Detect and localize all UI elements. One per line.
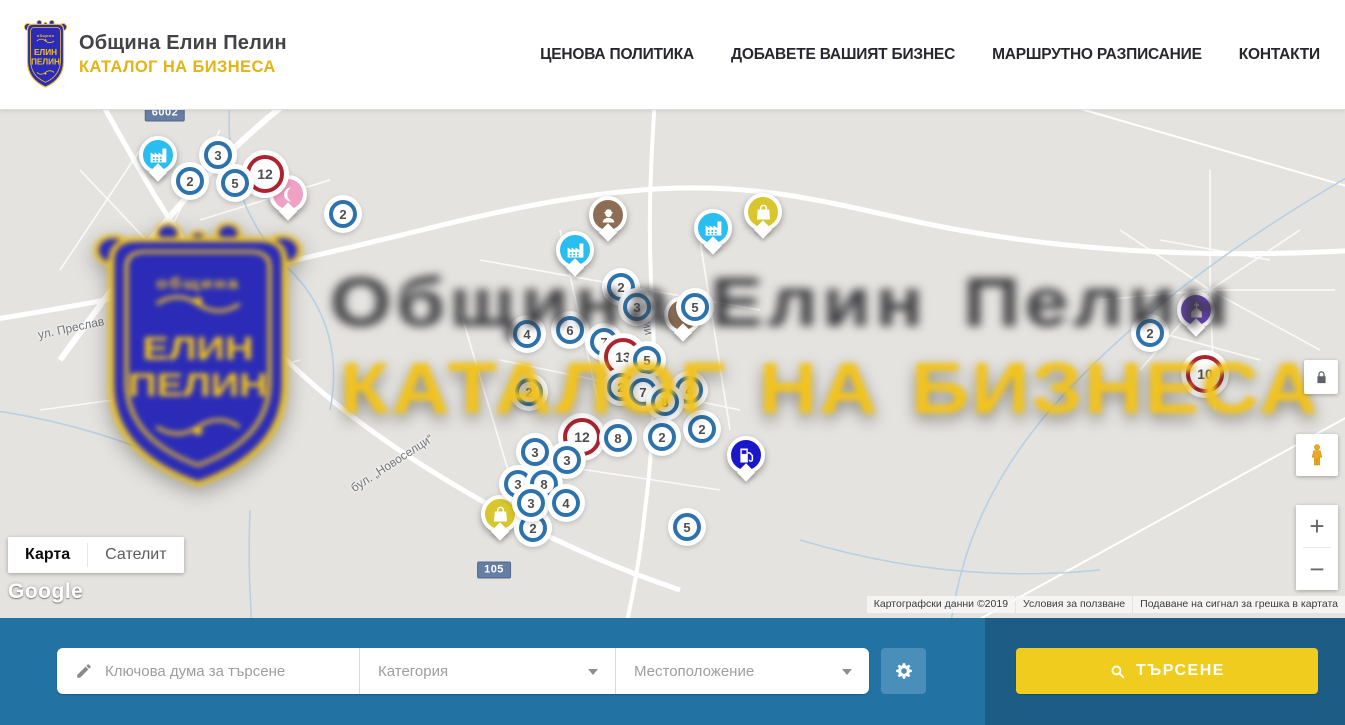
main-nav: ЦЕНОВА ПОЛИТИКА ДОБАВЕТЕ ВАШИЯТ БИЗНЕС МАР…: [540, 46, 1320, 64]
map-marker-cluster[interactable]: 3: [623, 293, 651, 321]
map-marker-pin[interactable]: [589, 196, 627, 234]
shopping-bag-icon: [753, 202, 774, 223]
shopping-bag-icon: [490, 504, 511, 525]
search-bar-right: ТЪРСЕНЕ: [985, 618, 1345, 725]
search-bar: Категория Местоположение ТЪРСЕНЕ: [0, 618, 1345, 725]
map-marker-cluster[interactable]: 2: [515, 378, 543, 406]
road-badge: 105: [477, 562, 511, 579]
site-title: Община Елин Пелин: [79, 32, 287, 55]
svg-text:община: община: [37, 33, 55, 38]
map-marker-cluster[interactable]: 2: [329, 200, 357, 228]
map-marker-cluster[interactable]: 5: [221, 169, 249, 197]
fuel-icon: [736, 445, 757, 466]
factory-icon: [565, 240, 586, 261]
category-placeholder: Категория: [378, 663, 448, 680]
keyword-field: [57, 648, 359, 694]
factory-icon: [703, 218, 724, 239]
map-data-attribution: Картографски данни ©2019: [867, 596, 1015, 613]
attribution-link[interactable]: Подаване на сигнал за грешка в картата: [1133, 596, 1345, 613]
map-marker-cluster[interactable]: 6: [556, 316, 584, 344]
worker-icon: [598, 205, 619, 226]
map-marker-cluster[interactable]: 2: [648, 423, 676, 451]
map-marker-cluster[interactable]: 8: [651, 388, 679, 416]
map-marker-cluster[interactable]: 5: [633, 346, 661, 374]
map-marker-cluster[interactable]: 3: [517, 489, 545, 517]
zoom-in-button[interactable]: +: [1296, 505, 1338, 547]
nav-item[interactable]: МАРШРУТНО РАЗПИСАНИЕ: [992, 46, 1202, 64]
map-marker-cluster[interactable]: 5: [673, 513, 701, 541]
map-marker-cluster[interactable]: 12: [246, 155, 284, 193]
crescent-icon: [278, 184, 299, 205]
attribution-link[interactable]: Условия за ползване: [1016, 596, 1132, 613]
map-attribution: Картографски данни ©2019Условия за ползв…: [866, 596, 1345, 613]
lock-button[interactable]: [1304, 360, 1338, 394]
map-type-satellite-button[interactable]: Сателит: [88, 537, 183, 573]
map-marker-pin[interactable]: [694, 209, 732, 247]
advanced-settings-button[interactable]: [881, 648, 926, 694]
map-marker-pin[interactable]: [727, 436, 765, 474]
map-marker-cluster[interactable]: 4: [552, 489, 580, 517]
map-marker-cluster[interactable]: 4: [513, 320, 541, 348]
header: община ЕЛИНПЕЛИН Община Елин Пелин КАТАЛО…: [0, 0, 1345, 110]
chevron-down-icon: [842, 669, 852, 675]
map-marker-cluster[interactable]: 2: [519, 514, 547, 542]
nav-item[interactable]: ЦЕНОВА ПОЛИТИКА: [540, 46, 694, 64]
search-bar-left: Категория Местоположение: [0, 618, 985, 725]
nav-item[interactable]: ДОБАВЕТЕ ВАШИЯТ БИЗНЕС: [731, 46, 955, 64]
map-marker-pin[interactable]: [1177, 291, 1215, 329]
pegman-icon: [1305, 443, 1329, 467]
factory-icon: [148, 145, 169, 166]
svg-text:ЕЛИН: ЕЛИН: [34, 48, 57, 57]
chevron-down-icon: [588, 669, 598, 675]
search-button-label: ТЪРСЕНЕ: [1136, 662, 1225, 680]
search-icon: [1109, 663, 1126, 680]
keyword-input[interactable]: [105, 663, 359, 680]
site-subtitle: КАТАЛОГ НА БИЗНЕСА: [79, 58, 287, 77]
map-marker-pin[interactable]: [139, 136, 177, 174]
lock-icon: [1314, 370, 1329, 385]
zoom-out-button[interactable]: −: [1296, 548, 1338, 590]
category-select[interactable]: Категория: [359, 648, 615, 694]
road-badge: 6002: [145, 110, 185, 122]
site-logo[interactable]: община ЕЛИНПЕЛИН Община Елин Пелин КАТАЛО…: [22, 18, 287, 91]
church-icon: [1186, 300, 1207, 321]
street-view-pegman[interactable]: [1296, 434, 1338, 476]
google-logo[interactable]: Google: [8, 580, 83, 604]
nav-item[interactable]: КОНТАКТИ: [1239, 46, 1320, 64]
municipality-crest-logo: община ЕЛИНПЕЛИН: [22, 18, 69, 91]
map-marker-cluster[interactable]: 8: [604, 424, 632, 452]
search-fields: Категория Местоположение: [57, 648, 869, 694]
map-marker-cluster[interactable]: 10: [1186, 355, 1224, 393]
map-marker-pin[interactable]: [556, 231, 594, 269]
location-placeholder: Местоположение: [634, 663, 754, 680]
map-marker-cluster[interactable]: 4: [675, 376, 703, 404]
map-marker-cluster[interactable]: 2: [1136, 319, 1164, 347]
svg-text:ПЕЛИН: ПЕЛИН: [31, 58, 60, 67]
pencil-icon: [75, 662, 93, 680]
map-marker-cluster[interactable]: 3: [204, 141, 232, 169]
map-marker-cluster[interactable]: 5: [681, 293, 709, 321]
zoom-control: + −: [1296, 505, 1338, 590]
gear-icon: [894, 661, 914, 681]
location-select[interactable]: Местоположение: [615, 648, 869, 694]
map-canvas[interactable]: ул. Преславбул. „Новоселци“ции 6002105 3…: [0, 110, 1345, 618]
map-marker-cluster[interactable]: 2: [176, 167, 204, 195]
search-button[interactable]: ТЪРСЕНЕ: [1016, 648, 1318, 694]
map-marker-cluster[interactable]: 2: [688, 415, 716, 443]
map-marker-cluster[interactable]: 3: [521, 438, 549, 466]
map-type-control: КартаСателит: [8, 537, 184, 573]
map-marker-pin[interactable]: [744, 193, 782, 231]
map-marker-cluster[interactable]: 3: [553, 446, 581, 474]
map-marker-pin[interactable]: [481, 495, 519, 533]
map-type-map-button[interactable]: Карта: [8, 537, 87, 573]
